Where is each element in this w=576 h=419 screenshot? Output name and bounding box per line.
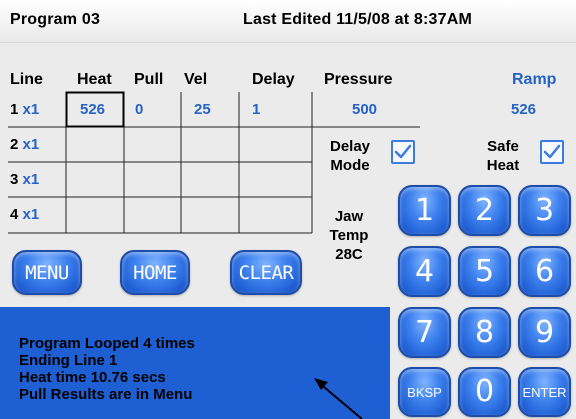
menu-button[interactable]: MENU [12,250,82,295]
delay-mode-label: Delay Mode [326,137,374,175]
key-1-label: 1 [414,192,435,228]
key-2[interactable]: 2 [458,185,511,236]
checkmark-icon [394,144,412,159]
safe-heat-label: Safe Heat [478,137,528,175]
backspace-key-label: BKSP [407,384,442,400]
key-3-label: 3 [534,192,555,228]
status-line-4: Pull Results are in Menu [19,386,193,403]
delay-mode-label-line2: Mode [330,157,370,174]
key-4[interactable]: 4 [398,246,451,297]
clear-button-label: CLEAR [238,261,294,284]
status-line-3: Heat time 10.76 secs [19,369,166,386]
key-3[interactable]: 3 [518,185,571,236]
row-label-3[interactable]: 3 x1 [10,171,39,188]
key-6[interactable]: 6 [518,246,571,297]
row-label-1[interactable]: 1 x1 [10,101,39,118]
key-8[interactable]: 8 [458,307,511,358]
key-7[interactable]: 7 [398,307,451,358]
home-button-label: HOME [133,261,177,284]
key-2-label: 2 [474,192,495,228]
cell-heat-3[interactable] [67,163,124,197]
key-8-label: 8 [474,314,495,350]
jaw-temp-value: 28C [335,246,363,263]
cell-pressure-1[interactable]: 500 [352,101,377,118]
jaw-temp-label-line1: Jaw [334,208,364,225]
delay-mode-checkbox[interactable] [391,140,415,164]
key-5-label: 5 [474,253,495,289]
key-0-label: 0 [474,374,495,409]
cell-delay-1[interactable]: 1 [252,101,260,118]
cell-heat-1[interactable]: 526 [80,101,105,118]
safe-heat-checkbox[interactable] [540,140,564,164]
cell-pull-1[interactable]: 0 [135,101,143,118]
key-9[interactable]: 9 [518,307,571,358]
key-5[interactable]: 5 [458,246,511,297]
key-9-label: 9 [534,314,555,350]
clear-button[interactable]: CLEAR [230,250,302,295]
key-7-label: 7 [414,314,435,350]
jaw-temp-label: Jaw Temp [322,207,376,245]
key-0[interactable]: 0 [458,367,511,417]
key-6-label: 6 [534,253,555,289]
enter-key[interactable]: ENTER [518,367,571,417]
backspace-key[interactable]: BKSP [398,367,451,417]
safe-heat-label-line2: Heat [486,157,520,174]
cell-ramp-1[interactable]: 526 [511,101,536,118]
key-4-label: 4 [414,253,435,289]
row-label-2[interactable]: 2 x1 [10,136,39,153]
key-1[interactable]: 1 [398,185,451,236]
cell-heat-2[interactable] [67,128,124,162]
safe-heat-label-line1: Safe [487,138,519,155]
enter-key-label: ENTER [522,384,567,400]
status-line-1: Program Looped 4 times [19,335,195,352]
cell-heat-4[interactable] [67,198,124,233]
home-button[interactable]: HOME [120,250,190,295]
checkmark-icon [543,144,561,159]
arrow-icon [314,378,363,419]
cell-vel-1[interactable]: 25 [194,101,211,118]
menu-button-label: MENU [25,261,69,284]
jaw-temp-label-line2: Temp [329,227,369,244]
row-label-4[interactable]: 4 x1 [10,206,39,223]
delay-mode-label-line1: Delay [329,138,371,155]
status-line-2: Ending Line 1 [19,352,118,369]
